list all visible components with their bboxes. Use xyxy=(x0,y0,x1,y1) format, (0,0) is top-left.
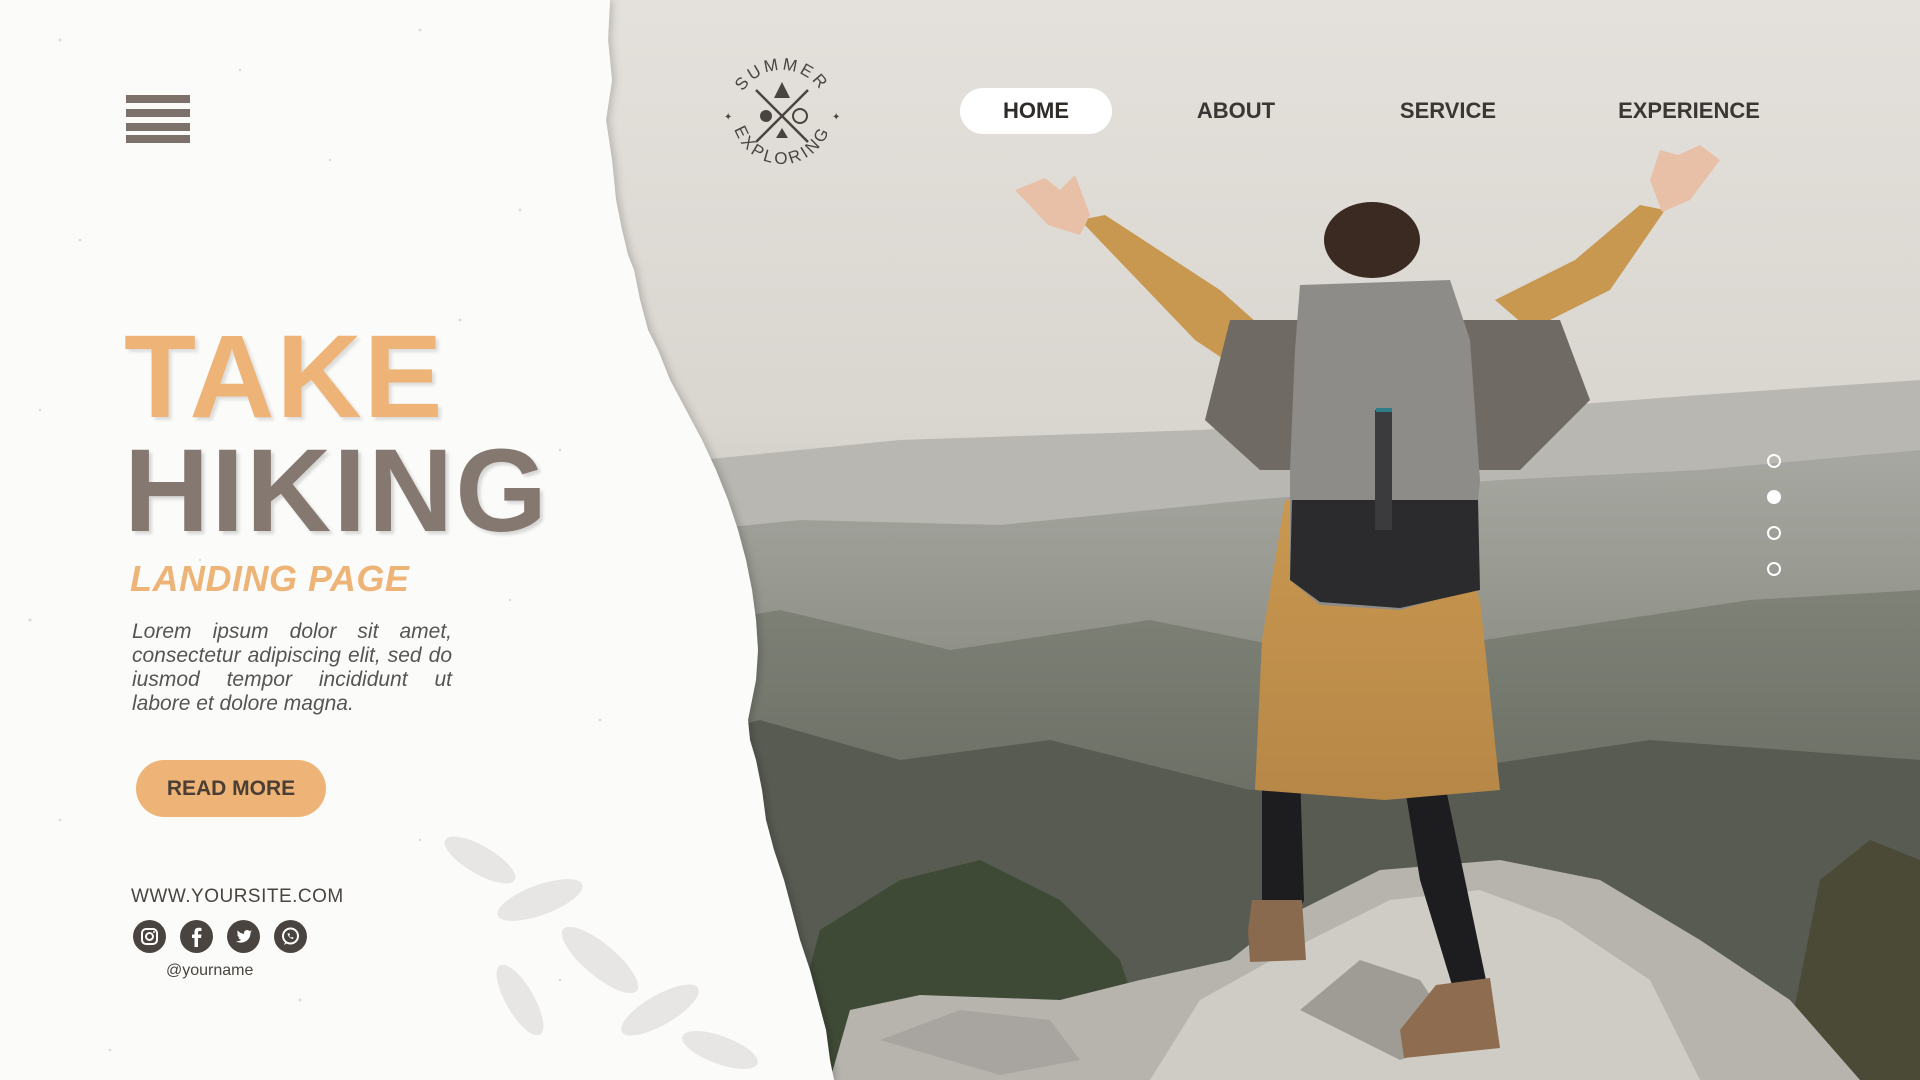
slide-pager xyxy=(1767,454,1781,598)
social-handle: @yourname xyxy=(166,962,254,979)
pager-dot-1[interactable] xyxy=(1767,454,1781,468)
pager-dot-3[interactable] xyxy=(1767,526,1781,540)
pager-dot-4[interactable] xyxy=(1767,562,1781,576)
website-url[interactable]: WWW.YOURSITE.COM xyxy=(131,886,344,908)
instagram-icon[interactable] xyxy=(133,920,166,953)
svg-text:✦: ✦ xyxy=(724,112,732,123)
social-links xyxy=(133,920,307,953)
facebook-icon[interactable] xyxy=(180,920,213,953)
nav-about[interactable]: ABOUT xyxy=(1180,88,1292,134)
hero-title-line1: TAKE xyxy=(124,311,445,443)
svg-text:✦: ✦ xyxy=(832,112,840,123)
hero-body-text: Lorem ipsum dolor sit amet, consectetur … xyxy=(132,620,452,715)
whatsapp-icon[interactable] xyxy=(274,920,307,953)
twitter-icon[interactable] xyxy=(227,920,260,953)
read-more-button[interactable]: READ MORE xyxy=(136,760,326,817)
nav-experience[interactable]: EXPERIENCE xyxy=(1610,88,1768,134)
nav-service[interactable]: SERVICE xyxy=(1390,88,1506,134)
hero-title-line2: HIKING xyxy=(124,425,549,557)
pager-dot-2[interactable] xyxy=(1767,490,1781,504)
menu-icon[interactable] xyxy=(126,95,190,143)
nav-home[interactable]: HOME xyxy=(960,88,1112,134)
summer-exploring-logo: SUMMER EXPLORING ✦ ✦ xyxy=(724,54,840,168)
hero-subtitle: LANDING PAGE xyxy=(130,558,410,599)
